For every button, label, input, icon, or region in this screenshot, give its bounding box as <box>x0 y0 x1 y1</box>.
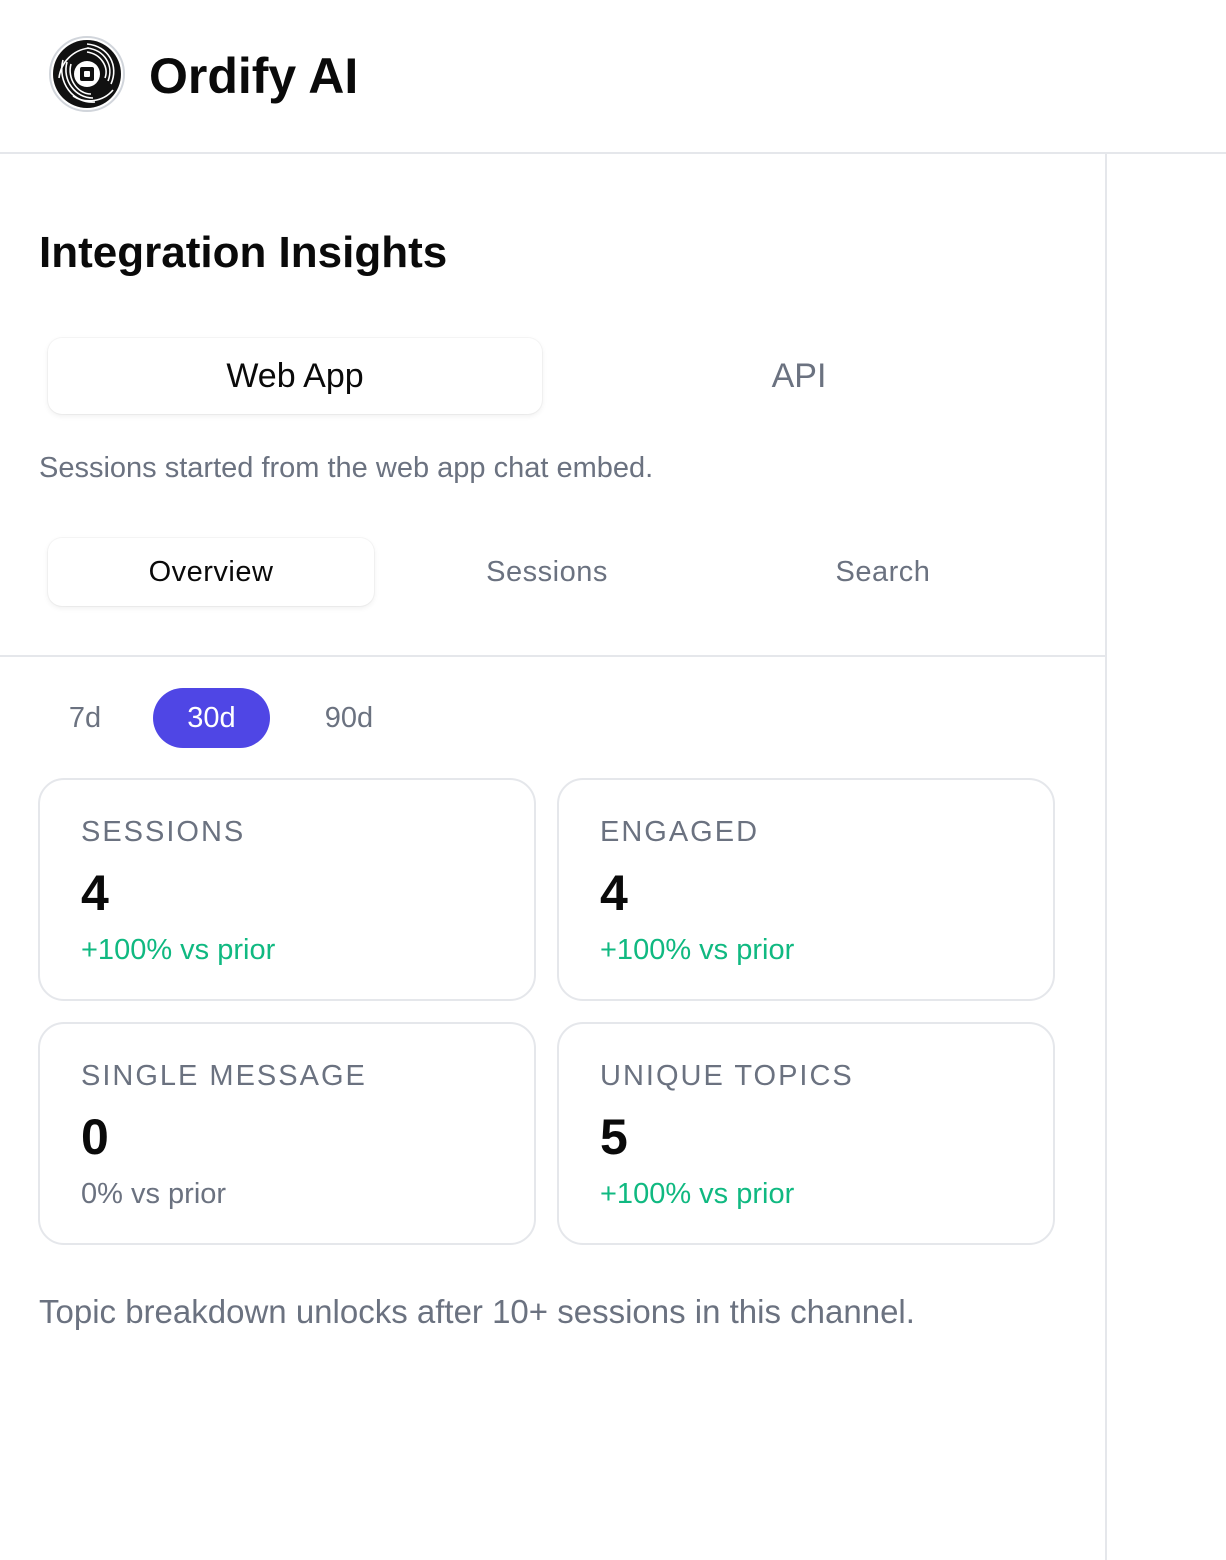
metric-change: 0% vs prior <box>81 1178 227 1210</box>
tab-search[interactable]: Search <box>720 538 1046 606</box>
metric-card-single-message: SINGLE MESSAGE 0 0% vs prior <box>38 1022 536 1245</box>
metric-label: ENGAGED <box>600 816 760 848</box>
metric-label: SINGLE MESSAGE <box>81 1060 367 1092</box>
metric-card-sessions: SESSIONS 4 +100% vs prior <box>38 778 536 1001</box>
metric-card-engaged: ENGAGED 4 +100% vs prior <box>557 778 1055 1001</box>
tab-sessions[interactable]: Sessions <box>384 538 710 606</box>
metric-label: UNIQUE TOPICS <box>600 1060 854 1092</box>
metric-change: +100% vs prior <box>600 1178 795 1210</box>
period-30d[interactable]: 30d <box>153 688 270 748</box>
metric-value: 5 <box>600 1109 628 1165</box>
metric-value: 0 <box>81 1109 109 1165</box>
metric-change: +100% vs prior <box>600 934 795 966</box>
tab-web-app[interactable]: Web App <box>48 338 542 414</box>
brand-name: Ordify AI <box>149 48 359 104</box>
metric-value: 4 <box>600 865 628 921</box>
period-7d[interactable]: 7d <box>40 688 130 748</box>
tab-overview[interactable]: Overview <box>48 538 374 606</box>
topic-breakdown-note: Topic breakdown unlocks after 10+ sessio… <box>39 1293 915 1330</box>
swirl-logo-icon[interactable] <box>49 36 125 112</box>
metric-change: +100% vs prior <box>81 934 276 966</box>
metric-card-unique-topics: UNIQUE TOPICS 5 +100% vs prior <box>557 1022 1055 1245</box>
period-90d[interactable]: 90d <box>294 688 404 748</box>
page-title: Integration Insights <box>39 228 448 277</box>
app-header: Ordify AI <box>0 0 1226 154</box>
insights-panel: Integration Insights Web App API Session… <box>0 154 1107 1560</box>
section-divider <box>0 655 1105 657</box>
tab-api[interactable]: API <box>552 338 1046 414</box>
channel-description: Sessions started from the web app chat e… <box>39 452 654 484</box>
metric-value: 4 <box>81 865 109 921</box>
metric-label: SESSIONS <box>81 816 246 848</box>
